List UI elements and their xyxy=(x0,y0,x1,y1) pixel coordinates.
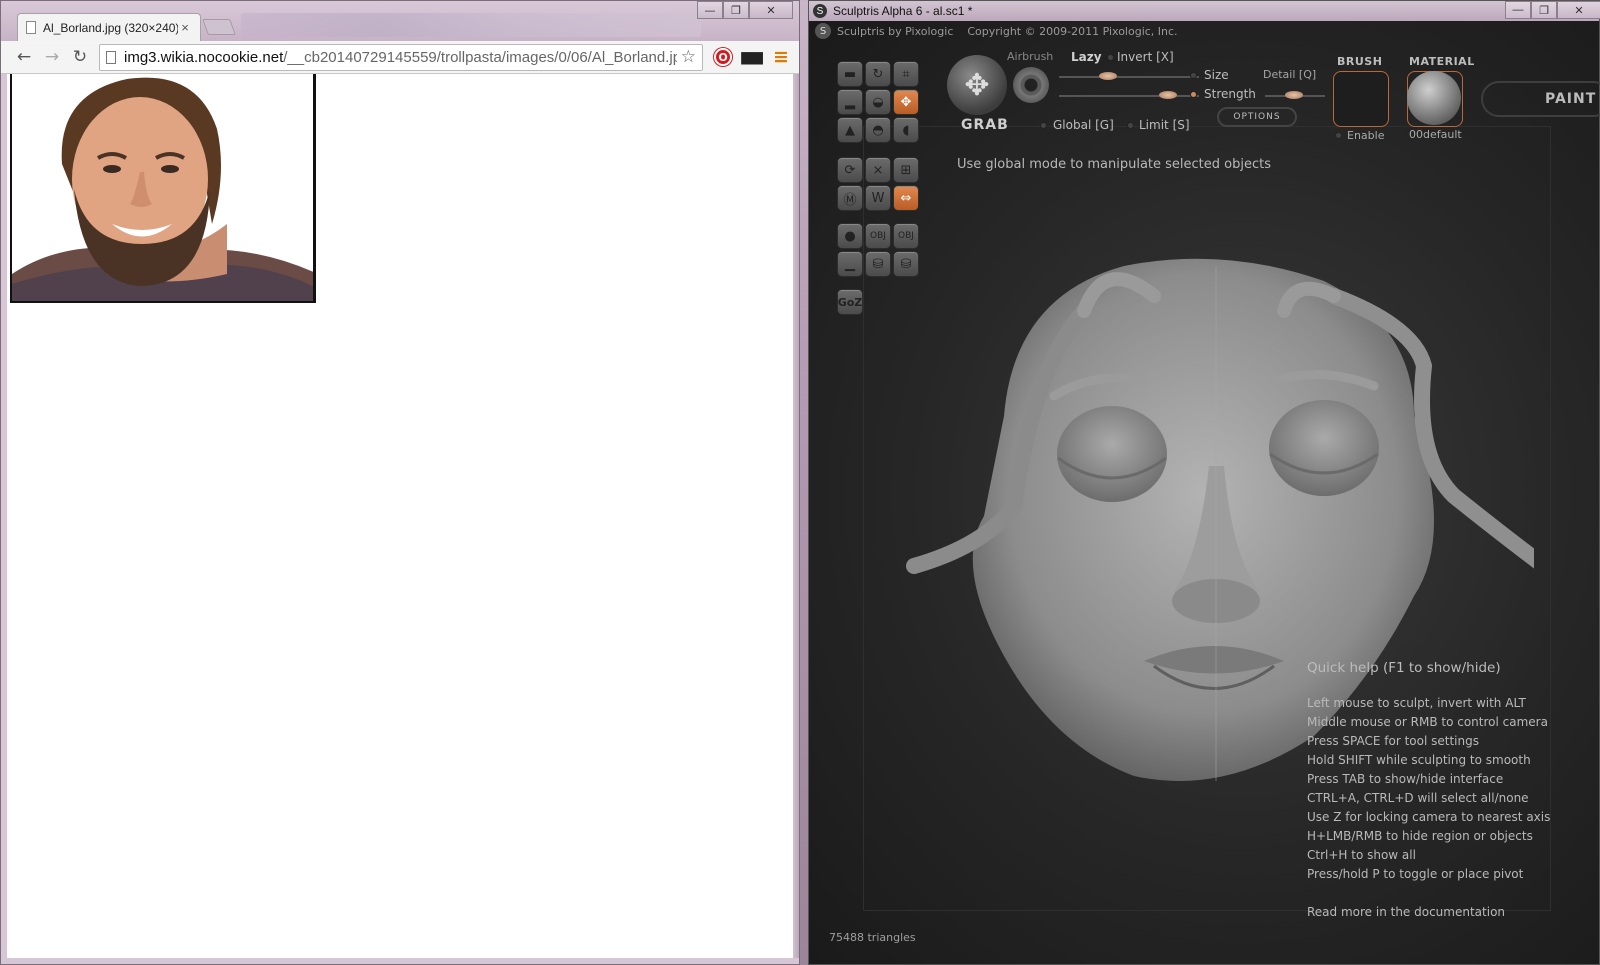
lazy-label[interactable]: Lazy xyxy=(1071,50,1102,64)
address-bar[interactable]: img3.wikia.nocookie.net/__cb201407291455… xyxy=(99,44,703,71)
close-button[interactable]: ✕ xyxy=(1557,1,1600,19)
window-title: Sculptris Alpha 6 - al.sc1 * xyxy=(833,4,973,18)
brush-preview-icon[interactable] xyxy=(1013,67,1049,103)
tab-title: Al_Borland.jpg (320×240) xyxy=(43,20,178,35)
quick-help-line: Press/hold P to toggle or place pivot xyxy=(1307,867,1524,881)
chrome-menu-icon[interactable]: ≡ xyxy=(771,46,791,68)
copyright-label: Copyright © 2009-2011 Pixologic, Inc. xyxy=(967,24,1178,38)
sculptris-window: S Sculptris Alpha 6 - al.sc1 * — ❐ ✕ S S… xyxy=(808,0,1600,965)
quick-help-line: Use Z for locking camera to nearest axis xyxy=(1307,810,1551,824)
quick-help-title: Quick help (F1 to show/hide) xyxy=(1307,660,1501,676)
inflate-tool-button[interactable]: ◒ xyxy=(865,89,891,115)
scale-tool-button[interactable]: ◖ xyxy=(893,117,919,143)
size-toggle[interactable] xyxy=(1190,72,1197,79)
quick-help-line: H+LMB/RMB to hide region or objects xyxy=(1307,829,1533,843)
symmetry-button[interactable]: ⟳ xyxy=(837,157,863,183)
strength-label: Strength xyxy=(1204,87,1256,101)
active-tool-label: GRAB xyxy=(961,117,1009,133)
size-slider[interactable] xyxy=(1059,76,1199,78)
url-path: /__cb20140729145559/trollpasta/images/0/… xyxy=(283,49,690,66)
sculptris-header: S Sculptris by Pixologic Copyright © 200… xyxy=(809,21,1599,41)
draw-tool-button[interactable]: ▬ xyxy=(837,61,863,87)
size-label: Size xyxy=(1204,68,1229,82)
material-name: 00default xyxy=(1409,128,1462,141)
airbrush-label[interactable]: Airbrush xyxy=(1007,50,1053,63)
quick-help-line: Hold SHIFT while sculpting to smooth xyxy=(1307,753,1531,767)
brand-label: Sculptris by Pixologic xyxy=(837,24,954,38)
sculptris-window-controls: — ❐ ✕ xyxy=(1505,1,1600,19)
bookmark-star-icon[interactable]: ☆ xyxy=(676,47,696,67)
swap-button[interactable]: ⇔ xyxy=(893,185,919,211)
limit-label: Limit [S] xyxy=(1139,118,1190,132)
smooth-tool-button[interactable]: ◓ xyxy=(865,117,891,143)
browser-toolbar: ← → ↻ img3.wikia.nocookie.net/__cb201407… xyxy=(1,41,799,74)
detail-slider-knob[interactable] xyxy=(1285,91,1303,99)
documentation-link[interactable]: Read more in the documentation xyxy=(1307,903,1550,922)
material-sphere-icon xyxy=(1407,71,1461,125)
browser-titlebar: Al_Borland.jpg (320×240) × — ❐ ✕ xyxy=(1,1,799,41)
flatten-tool-button[interactable]: ▂ xyxy=(837,89,863,115)
adblock-extension-icon[interactable]: O xyxy=(714,48,732,66)
forward-button[interactable]: → xyxy=(41,46,63,68)
page-viewport xyxy=(7,74,799,958)
browser-window: Al_Borland.jpg (320×240) × — ❐ ✕ ← → ↻ i… xyxy=(0,0,800,965)
portrait-image xyxy=(10,74,316,303)
brush-panel-label: BRUSH xyxy=(1337,55,1383,68)
grab-tool-button[interactable]: ✥ xyxy=(893,89,919,115)
global-label: Global [G] xyxy=(1053,118,1114,132)
grab-tool-icon: ✥ xyxy=(947,55,1007,115)
close-button[interactable]: ✕ xyxy=(749,1,793,19)
grid-button[interactable]: ⊞ xyxy=(893,157,919,183)
mirror-button[interactable]: Ⓜ xyxy=(837,185,863,211)
glasses-extension-icon[interactable]: ▆▆ xyxy=(741,47,763,67)
quick-help-panel: Quick help (F1 to show/hide) Left mouse … xyxy=(1307,659,1550,922)
pinch-tool-button[interactable]: ▲ xyxy=(837,117,863,143)
quick-help-line: CTRL+A, CTRL+D will select all/none xyxy=(1307,791,1529,805)
global-toggle[interactable] xyxy=(1040,122,1047,129)
wireframe-button[interactable]: ⨯ xyxy=(865,157,891,183)
detail-label[interactable]: Detail [Q] xyxy=(1263,68,1316,81)
size-slider-knob[interactable] xyxy=(1099,72,1117,80)
quick-help-line: Ctrl+H to show all xyxy=(1307,848,1416,862)
invert-toggle[interactable] xyxy=(1107,54,1114,61)
browser-right-edge xyxy=(793,74,799,958)
brush-enable-toggle[interactable] xyxy=(1335,132,1342,139)
strength-toggle[interactable] xyxy=(1190,91,1197,98)
document-icon xyxy=(26,21,36,34)
brush-swatch[interactable] xyxy=(1333,71,1389,127)
quick-help-line: Press TAB to show/hide interface xyxy=(1307,772,1504,786)
quick-help-line: Left mouse to sculpt, invert with ALT xyxy=(1307,696,1526,710)
brush-enable-label: Enable xyxy=(1347,129,1385,142)
minimize-button[interactable]: — xyxy=(697,1,723,19)
triangle-count: 75488 triangles xyxy=(829,931,916,944)
crop-tool-button[interactable]: ⌗ xyxy=(893,61,919,87)
back-button[interactable]: ← xyxy=(13,46,35,68)
quick-help-line: Press SPACE for tool settings xyxy=(1307,734,1479,748)
reduce-button[interactable]: W xyxy=(865,185,891,211)
pixologic-logo-icon: S xyxy=(815,23,831,39)
new-tab-button[interactable] xyxy=(202,19,236,35)
strength-slider-knob[interactable] xyxy=(1159,91,1177,99)
limit-toggle[interactable] xyxy=(1127,122,1134,129)
material-panel-label: MATERIAL xyxy=(1409,55,1475,68)
sculptris-titlebar: S Sculptris Alpha 6 - al.sc1 * — ❐ ✕ xyxy=(809,1,1600,21)
background-tabs-area xyxy=(241,13,701,37)
page-icon xyxy=(106,51,116,64)
rotate-tool-button[interactable]: ↻ xyxy=(865,61,891,87)
quick-help-line: Middle mouse or RMB to control camera xyxy=(1307,715,1548,729)
options-button[interactable]: OPTIONS xyxy=(1217,107,1297,127)
tool-hint: Use global mode to manipulate selected o… xyxy=(957,157,1271,172)
browser-window-controls: — ❐ ✕ xyxy=(697,1,793,19)
paint-button[interactable]: PAINT xyxy=(1481,81,1600,117)
maximize-button[interactable]: ❐ xyxy=(723,1,749,19)
sculptris-app-icon: S xyxy=(813,4,827,18)
browser-tab-active[interactable]: Al_Borland.jpg (320×240) × xyxy=(17,13,201,41)
url-host: img3.wikia.nocookie.net xyxy=(124,49,284,66)
maximize-button[interactable]: ❐ xyxy=(1531,1,1557,19)
reload-button[interactable]: ↻ xyxy=(69,46,91,68)
strength-slider[interactable] xyxy=(1059,95,1199,97)
minimize-button[interactable]: — xyxy=(1505,1,1531,19)
invert-label: Invert [X] xyxy=(1117,50,1174,64)
tab-close-icon[interactable]: × xyxy=(178,20,192,35)
